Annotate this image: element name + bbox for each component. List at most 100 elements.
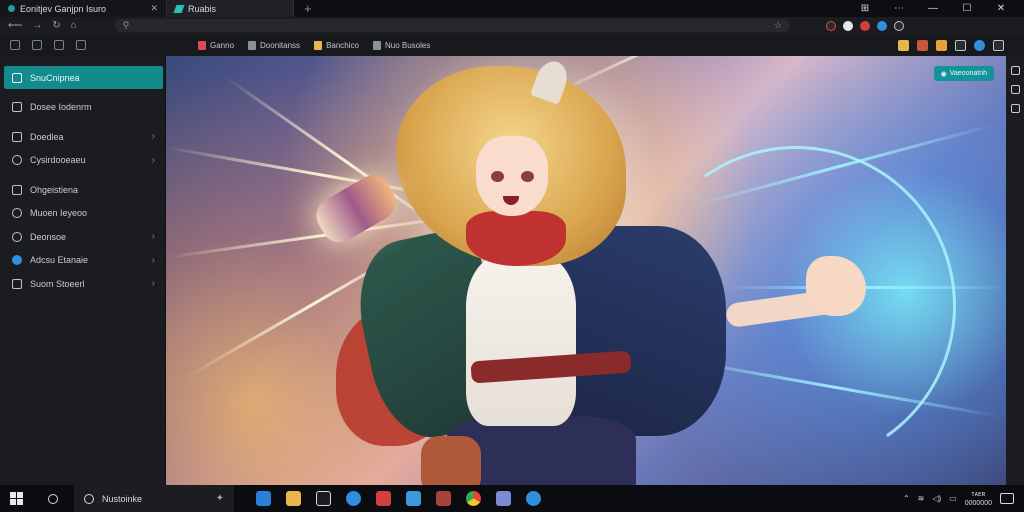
folder-icon[interactable] xyxy=(898,39,909,51)
sidebar-item-5[interactable]: Muoen Ieyeoo xyxy=(0,202,165,225)
reload-icon[interactable]: ↻ xyxy=(52,20,60,31)
home-icon xyxy=(12,72,22,83)
tab-close-icon[interactable]: ✕ xyxy=(150,3,158,14)
extension-icon[interactable] xyxy=(893,20,904,31)
extension-icon[interactable] xyxy=(859,20,870,31)
chrome-icon[interactable] xyxy=(466,491,481,506)
menu-icon[interactable] xyxy=(76,40,86,50)
store-icon[interactable] xyxy=(256,491,271,506)
tab-title: Eonitjev Ganjpn Isuro xyxy=(20,3,107,14)
chevron-right-icon: › xyxy=(151,131,155,143)
monitor-icon[interactable] xyxy=(496,491,511,506)
image-viewer[interactable]: ◉ Vaeoonatnh xyxy=(166,56,1006,485)
view-badge[interactable]: ◉ Vaeoonatnh xyxy=(933,66,994,81)
bookmark-item[interactable]: Nuo Busoles xyxy=(372,40,430,50)
settings-icon[interactable] xyxy=(1010,104,1020,113)
taskbar-apps xyxy=(256,491,541,506)
copilot-icon[interactable]: ✦ xyxy=(216,493,224,504)
character-coat xyxy=(556,226,726,436)
sidebar-item-3[interactable]: Cysirdooeaeu › xyxy=(0,149,165,172)
right-toolbar xyxy=(1006,56,1024,485)
sidebar-item-0[interactable]: SnuCnipnea xyxy=(4,66,163,89)
forward-icon[interactable]: → xyxy=(32,20,42,31)
folder-icon xyxy=(12,184,22,195)
sidebar-item-6[interactable]: Deonsoe › xyxy=(0,226,165,249)
media-icon[interactable] xyxy=(316,491,331,506)
cloud-icon xyxy=(12,231,22,242)
search-icon: ⚲ xyxy=(122,20,130,30)
clock-time: ᴛᴀᴇʀ xyxy=(971,490,986,498)
view-badge-label: Vaeoonatnh xyxy=(949,70,987,77)
sidebar: SnuCnipnea Dosee Iodenrm Doedlea › Cysir… xyxy=(0,56,166,485)
sidebar-item-7[interactable]: Adcsu Etanaie › xyxy=(0,249,165,272)
security-icon[interactable] xyxy=(376,491,391,506)
title-bar: Eonitjev Ganjpn Isuro ✕ Ruabis + ⊞ ⋯ — ☐… xyxy=(0,0,1024,17)
bookmarks-bar: Ganno Doonitanss Banchico Nuo Busoles xyxy=(0,34,1024,56)
sidebar-item-1[interactable]: Dosee Iodenrm xyxy=(0,96,165,119)
sidebar-item-2[interactable]: Doedlea › xyxy=(0,126,165,149)
search-icon[interactable] xyxy=(48,493,58,504)
system-tray: ⌃ ≋ ◁) ▭ ᴛᴀᴇʀ 0000000 xyxy=(903,490,1024,508)
chevron-up-icon[interactable]: ⌃ xyxy=(903,494,910,503)
chat-icon xyxy=(12,131,22,142)
sidebar-item-label: SnuCnipnea xyxy=(30,72,80,83)
notifications-icon[interactable] xyxy=(1000,493,1014,504)
bookmark-star-icon[interactable]: ☆ xyxy=(774,20,782,31)
camera-icon[interactable] xyxy=(936,39,947,51)
minimize-button[interactable]: — xyxy=(922,3,944,14)
pin-icon xyxy=(12,208,22,219)
bookmark-item[interactable]: Doonitanss xyxy=(248,40,300,50)
tab-favicon-icon xyxy=(173,4,185,13)
sidebar-item-label: Ohgeistiena xyxy=(30,184,79,195)
tab-title: Ruabis xyxy=(188,3,217,14)
chat-icon[interactable] xyxy=(526,491,541,506)
globe-icon xyxy=(12,255,22,266)
address-bar[interactable]: ⚲ ☆ xyxy=(114,19,790,32)
app-icon[interactable] xyxy=(436,491,451,506)
clock[interactable]: ᴛᴀᴇʀ 0000000 xyxy=(965,490,992,508)
toolbar-extensions xyxy=(898,39,1024,51)
edit-icon[interactable] xyxy=(1010,66,1020,75)
photos-icon[interactable] xyxy=(406,491,421,506)
note-icon[interactable] xyxy=(917,39,928,51)
edge-icon[interactable] xyxy=(346,491,361,506)
volume-icon[interactable]: ◁) xyxy=(932,494,941,503)
share-icon[interactable] xyxy=(1010,85,1020,94)
sidebar-item-label: Suom Stoeerl xyxy=(30,278,85,289)
maximize-button[interactable]: ☐ xyxy=(956,3,978,14)
extension-icon[interactable] xyxy=(842,20,853,31)
extension-icon[interactable] xyxy=(876,20,887,31)
tab-2[interactable]: Ruabis xyxy=(166,0,294,17)
extension-icon[interactable] xyxy=(825,20,836,31)
window-controls: ⊞ ⋯ — ☐ ✕ xyxy=(854,3,1024,14)
character-eye xyxy=(521,171,534,182)
bookmark-icon xyxy=(314,40,323,50)
clock-date: 0000000 xyxy=(964,499,992,507)
start-button[interactable] xyxy=(10,492,36,505)
sidebar-toggle-icon[interactable] xyxy=(993,39,1004,51)
bookmark-item[interactable]: Ganno xyxy=(198,40,234,50)
wifi-icon[interactable]: ≋ xyxy=(918,494,925,503)
character-torso xyxy=(466,256,576,426)
account-icon[interactable] xyxy=(974,39,985,51)
bookmark-item[interactable]: Banchico xyxy=(314,40,359,50)
cart-icon[interactable] xyxy=(955,39,966,51)
profile-icon[interactable]: ⊞ xyxy=(854,3,876,14)
taskbar-search[interactable]: Nustoinke ✦ xyxy=(74,485,234,512)
sidebar-item-8[interactable]: Suom Stoeerl › xyxy=(0,273,165,296)
app-grid-icon[interactable] xyxy=(10,40,20,50)
edit-icon[interactable] xyxy=(32,40,42,50)
sidebar-item-label: Cysirdooeaeu xyxy=(30,155,86,166)
new-tab-icon[interactable]: + xyxy=(304,1,312,16)
bookmark-label: Banchico xyxy=(326,40,359,50)
close-button[interactable]: ✕ xyxy=(990,3,1012,14)
sidebar-item-4[interactable]: Ohgeistiena xyxy=(0,179,165,202)
battery-icon[interactable]: ▭ xyxy=(949,494,957,503)
sidebar-item-label: Deonsoe xyxy=(30,231,67,242)
back-icon[interactable]: ⟵ xyxy=(8,20,22,31)
image-icon[interactable] xyxy=(54,40,64,50)
file-explorer-icon[interactable] xyxy=(286,491,301,506)
more-icon[interactable]: ⋯ xyxy=(888,3,910,14)
home-icon[interactable]: ⌂ xyxy=(71,20,77,31)
tab-1[interactable]: Eonitjev Ganjpn Isuro ✕ xyxy=(0,0,166,17)
